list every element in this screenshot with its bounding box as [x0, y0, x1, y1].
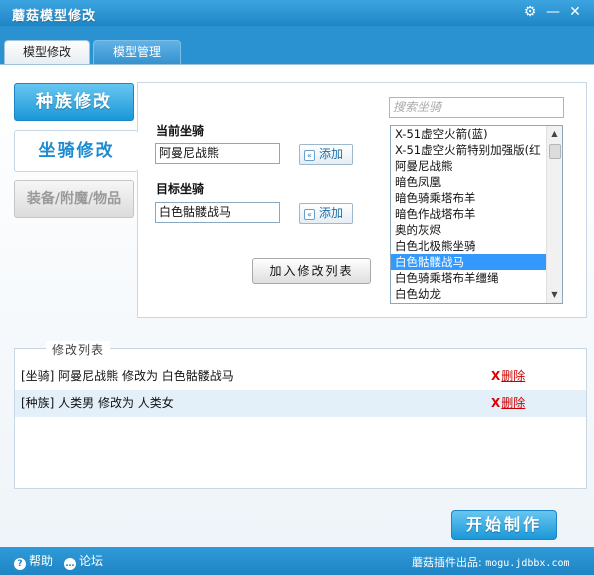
list-item[interactable]: 阿曼尼战熊 — [391, 158, 546, 174]
help-link[interactable]: ? 帮助 — [14, 552, 53, 570]
table-row: [种族] 人类男 修改为 人类女 X删除 — [15, 390, 586, 417]
tab-model-modify[interactable]: 模型修改 — [4, 40, 90, 64]
add-current-button[interactable]: «添加 — [299, 144, 353, 165]
mount-search-input[interactable]: 搜索坐骑 — [389, 97, 564, 118]
chat-bubble-icon: … — [64, 558, 76, 570]
forum-link[interactable]: … 论坛 — [64, 552, 103, 570]
current-mount-label: 当前坐骑 — [156, 124, 205, 138]
row-text: [坐骑] 阿曼尼战熊 修改为 白色骷髅战马 — [21, 369, 234, 383]
list-item[interactable]: X-51虚空火箭特别加强版(红 — [391, 142, 546, 158]
list-item[interactable]: 白色北极熊坐骑 — [391, 238, 546, 254]
scroll-down-icon[interactable]: ▼ — [547, 287, 562, 303]
mount-items: X-51虚空火箭(蓝) X-51虚空火箭特别加强版(红 阿曼尼战熊 暗色凤凰 暗色骑乘塔… — [391, 126, 562, 302]
delete-link[interactable]: X删除 — [491, 390, 525, 417]
add-target-button[interactable]: «添加 — [299, 203, 353, 224]
delete-x-icon: X — [491, 396, 501, 410]
list-item[interactable]: 白色幼龙 — [391, 286, 546, 302]
footer-bar: ? 帮助 … 论坛 蘑菇插件出品: mogu.jdbbx.com — [0, 547, 594, 575]
start-build-button[interactable]: 开始制作 — [451, 510, 557, 540]
list-item[interactable]: X-51虚空火箭(蓝) — [391, 126, 546, 142]
scroll-up-icon[interactable]: ▲ — [547, 126, 562, 142]
scroll-thumb[interactable] — [549, 144, 561, 159]
list-item[interactable]: 白色骑乘塔布羊缰绳 — [391, 270, 546, 286]
credit-text: 蘑菇插件出品: mogu.jdbbx.com — [412, 556, 570, 569]
list-item[interactable]: 奥的灰烬 — [391, 222, 546, 238]
arrow-left-icon: « — [304, 209, 315, 220]
mount-modify-button[interactable]: 坐骑修改 — [14, 130, 138, 172]
list-item[interactable]: 暗色凤凰 — [391, 174, 546, 190]
listbox-scrollbar[interactable]: ▲ ▼ — [546, 126, 562, 303]
gear-enchant-item-button[interactable]: 装备/附魔/物品 — [14, 180, 134, 218]
mount-listbox[interactable]: X-51虚空火箭(蓝) X-51虚空火箭特别加强版(红 阿曼尼战熊 暗色凤凰 暗色骑乘塔… — [390, 125, 563, 304]
target-mount-field[interactable]: 白色骷髅战马 — [155, 202, 280, 223]
delete-link[interactable]: X删除 — [491, 363, 525, 390]
title-bar: 蘑菇模型修改 ⚙ — ✕ — [0, 0, 594, 26]
list-item[interactable]: 白色骷髅战马 — [391, 254, 546, 270]
list-item[interactable]: 暗色骑乘塔布羊 — [391, 190, 546, 206]
window-title: 蘑菇模型修改 — [12, 9, 97, 24]
help-icon: ? — [14, 558, 26, 570]
tab-bar: 模型修改 模型管理 — [0, 26, 594, 64]
list-item[interactable]: 暗色作战塔布羊 — [391, 206, 546, 222]
target-mount-label: 目标坐骑 — [156, 182, 205, 196]
tab-model-manage[interactable]: 模型管理 — [93, 40, 181, 64]
table-row: [坐骑] 阿曼尼战熊 修改为 白色骷髅战马 X删除 — [15, 363, 586, 390]
modification-list-legend: 修改列表 — [46, 341, 111, 358]
delete-x-icon: X — [491, 369, 501, 383]
close-button[interactable]: ✕ — [566, 3, 584, 21]
arrow-left-icon: « — [304, 150, 315, 161]
gear-icon[interactable]: ⚙ — [521, 3, 539, 21]
add-to-list-button[interactable]: 加入修改列表 — [252, 258, 371, 284]
minimize-button[interactable]: — — [544, 3, 562, 21]
race-modify-button[interactable]: 种族修改 — [14, 83, 134, 121]
current-mount-field[interactable]: 阿曼尼战熊 — [155, 143, 280, 164]
row-text: [种族] 人类男 修改为 人类女 — [21, 396, 174, 410]
credit-url[interactable]: mogu.jdbbx.com — [485, 558, 569, 569]
